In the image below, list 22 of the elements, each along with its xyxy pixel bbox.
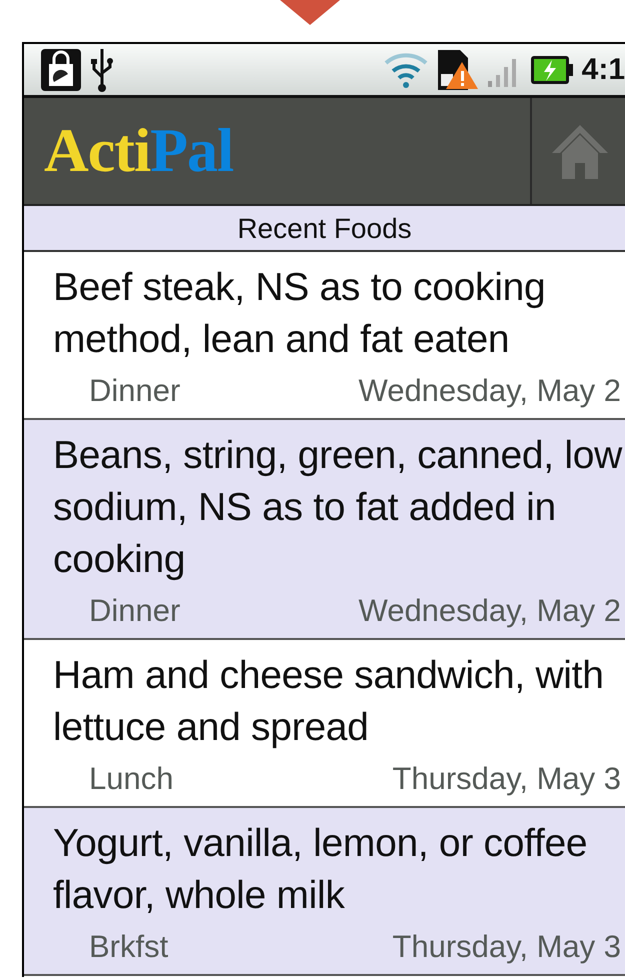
battery-charging-icon: [530, 54, 574, 84]
date-label: Thursday, May 3: [392, 928, 621, 966]
food-name: Beef steak, NS as to cooking method, lean and fat eaten: [53, 265, 546, 363]
pointer-triangle-icon: [280, 0, 340, 25]
food-name: Beans, string, green, canned, low sodium, NS as to fat added in cooking: [53, 433, 624, 583]
meal-label: Lunch: [89, 760, 174, 798]
status-time: 4:1: [582, 52, 625, 86]
food-list-item[interactable]: Beans, string, green, canned, low sodium, NS as to fat added in cooking Dinner Wednesday, May 2: [24, 420, 625, 640]
date-label: Wednesday, May 2: [358, 372, 621, 410]
meal-label: Dinner: [89, 372, 180, 410]
wifi-icon: [384, 50, 428, 88]
date-label: Thursday, May 3: [392, 760, 621, 798]
meal-label: Dinner: [89, 592, 180, 630]
usb-icon: [90, 46, 114, 92]
list-title: Recent Foods: [24, 206, 625, 252]
sd-card-warning-icon: [436, 50, 478, 90]
app-logo: ActiPal: [43, 116, 234, 186]
food-name: Ham and cheese sandwich, with lettuce and spread: [53, 653, 605, 751]
food-name: Yogurt, vanilla, lemon, or coffee flavor, whole milk: [53, 821, 588, 919]
food-list-item[interactable]: Yogurt, vanilla, lemon, or coffee flavor, whole milk Brkfst Thursday, May 3: [24, 808, 625, 976]
meal-label: Brkfst: [89, 928, 168, 966]
date-label: Wednesday, May 2: [358, 592, 621, 630]
